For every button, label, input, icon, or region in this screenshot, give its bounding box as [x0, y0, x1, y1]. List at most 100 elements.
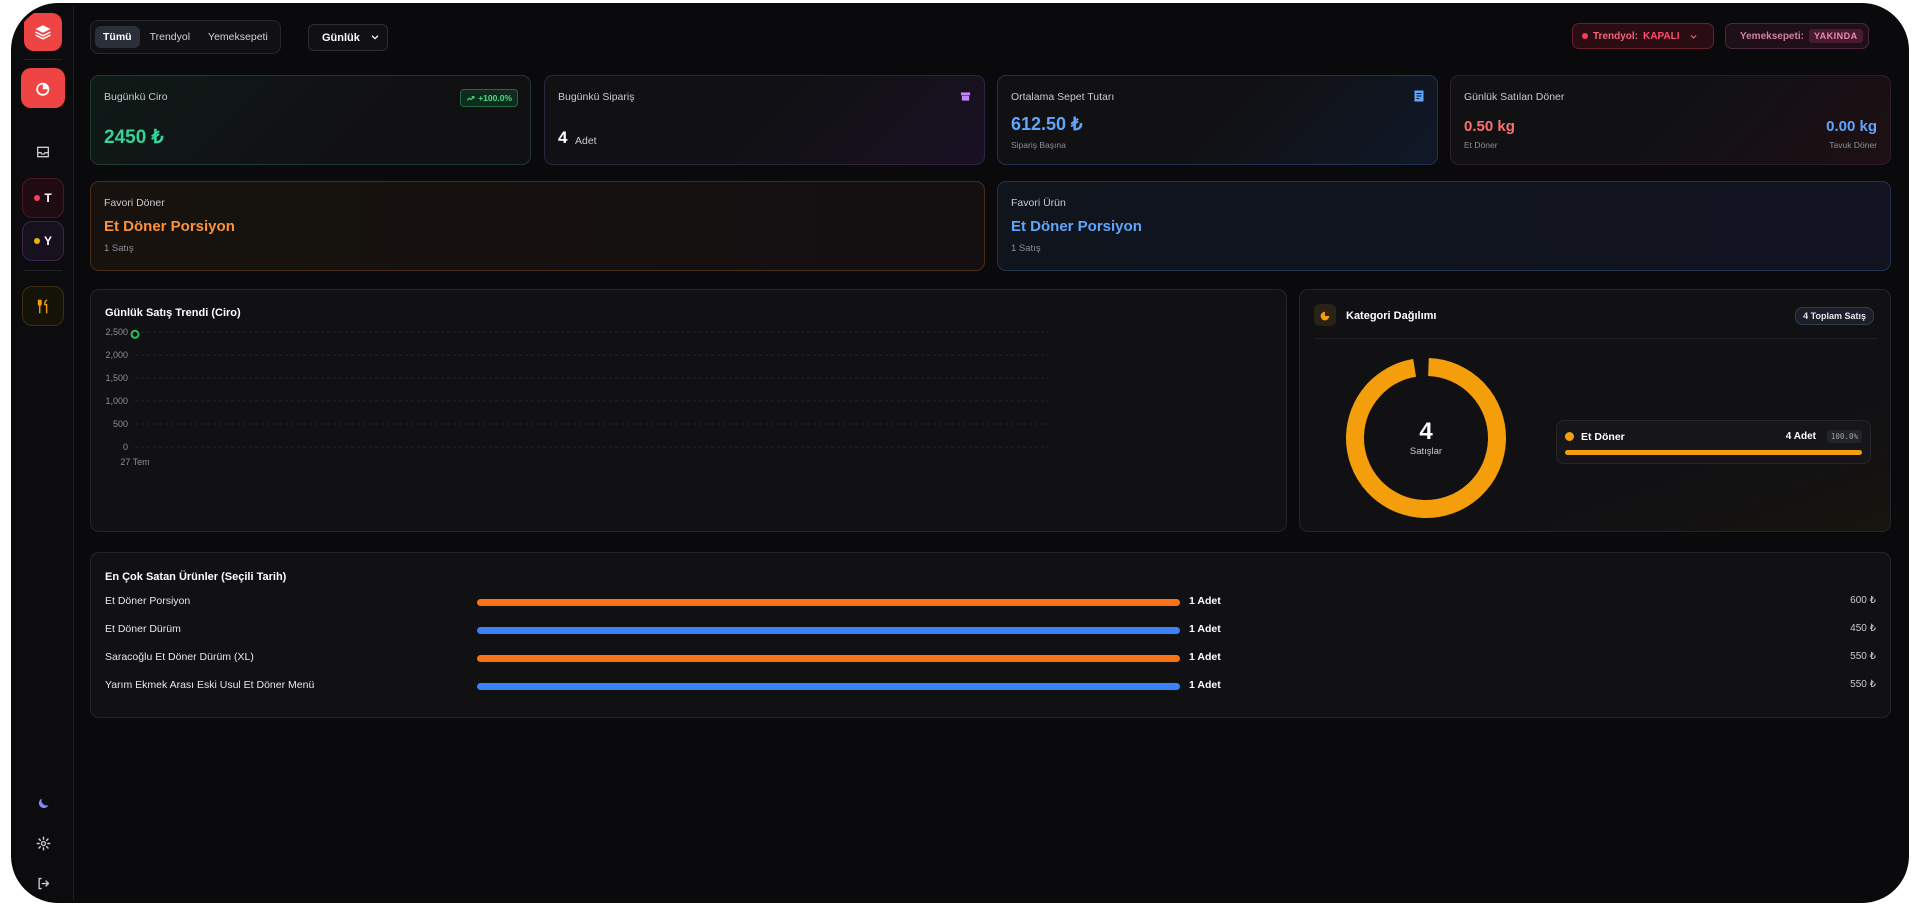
- product-name: Et Döner Porsiyon: [105, 595, 191, 607]
- product-price: 450 ₺: [1850, 623, 1876, 634]
- product-name: Et Döner Dürüm: [105, 623, 181, 635]
- product-row: Yarım Ekmek Arası Eski Usul Et Döner Men…: [91, 679, 1890, 699]
- chevron-down-icon: [371, 35, 379, 40]
- receipt-icon: [1414, 90, 1424, 102]
- legend-qty: 4 Adet: [1785, 431, 1816, 442]
- inbox-icon: [37, 146, 49, 158]
- product-row: Et Döner Dürüm 1 Adet 450 ₺: [91, 623, 1890, 643]
- product-qty: 1 Adet: [1189, 623, 1221, 635]
- yemeksepeti-status-pill: Yemeksepeti: YAKINDA: [1725, 23, 1869, 49]
- status-dot-icon: [33, 238, 40, 244]
- favorite-product-card: Favori Ürün Et Döner Porsiyon 1 Satış: [997, 181, 1891, 271]
- legend-name: Et Döner: [1581, 431, 1625, 443]
- period-select[interactable]: Günlük: [308, 24, 388, 51]
- basket-value: 612.50 ₺: [1011, 114, 1083, 134]
- x-tick-label: 27 Tem: [120, 457, 149, 467]
- status-dot-icon: [1582, 33, 1588, 39]
- category-title: Kategori Dağılımı: [1346, 310, 1437, 322]
- chicken-doner-value: 0.00 kg: [1826, 118, 1877, 135]
- favorite-doner-name: Et Döner Porsiyon: [104, 218, 235, 235]
- app-window: T Y Tümü Trendyol Yemeksepeti Günlük Tre…: [14, 6, 1906, 900]
- divider: [1314, 338, 1878, 339]
- product-qty: 1 Adet: [1189, 595, 1221, 607]
- favorite-doner-card: Favori Döner Et Döner Porsiyon 1 Satış: [90, 181, 985, 271]
- revenue-value: 2450 ₺: [104, 127, 164, 148]
- orders-unit: Adet: [575, 135, 597, 147]
- doner-label: Günlük Satılan Döner: [1464, 91, 1565, 103]
- y-tick-label: 1,000: [105, 396, 128, 406]
- gear-icon: [36, 836, 50, 850]
- product-bar: [477, 627, 1180, 634]
- product-name: Yarım Ekmek Arası Eski Usul Et Döner Men…: [105, 679, 315, 691]
- package-icon: [960, 92, 971, 101]
- favorite-doner-label: Favori Döner: [104, 197, 165, 209]
- yemeksepeti-letter: Y: [43, 234, 52, 248]
- app-logo[interactable]: [24, 13, 62, 51]
- moon-icon: [38, 798, 48, 808]
- y-tick-label: 0: [123, 442, 128, 452]
- top-products-title: En Çok Satan Ürünler (Seçili Tarih): [105, 571, 287, 583]
- favorite-doner-sales: 1 Satış: [104, 243, 134, 254]
- orders-value: 4: [558, 128, 568, 147]
- orders-label: Bugünkü Sipariş: [558, 91, 635, 103]
- sidebar-item-products[interactable]: [22, 286, 64, 326]
- category-legend-item[interactable]: Et Döner 4 Adet 100.0%: [1556, 420, 1871, 464]
- product-row: Saracoğlu Et Döner Dürüm (XL) 1 Adet 550…: [91, 651, 1890, 671]
- sidebar-item-orders[interactable]: [22, 132, 64, 172]
- logout-button[interactable]: [22, 863, 64, 900]
- y-tick-label: 2,500: [105, 327, 128, 337]
- product-bar: [477, 655, 1180, 662]
- yemeksepeti-status-badge: YAKINDA: [1808, 29, 1863, 43]
- revenue-change-badge: +100.0%: [460, 89, 518, 107]
- legend-dot-icon: [1565, 432, 1574, 441]
- tab-trendyol[interactable]: Trendyol: [142, 26, 198, 48]
- channel-filter: Tümü Trendyol Yemeksepeti: [90, 20, 281, 54]
- status-dot-icon: [34, 195, 41, 201]
- y-tick-label: 500: [113, 419, 128, 429]
- basket-sub: Sipariş Başına: [1011, 140, 1066, 150]
- donut-center-value: 4: [1419, 418, 1433, 445]
- basket-card: Ortalama Sepet Tutarı 612.50 ₺ Sipariş B…: [997, 75, 1438, 165]
- category-icon-box: [1314, 304, 1336, 326]
- data-point[interactable]: [130, 329, 140, 339]
- settings-button[interactable]: [22, 823, 64, 863]
- product-price: 550 ₺: [1850, 679, 1876, 690]
- product-row: Et Döner Porsiyon 1 Adet 600 ₺: [91, 595, 1890, 615]
- category-total-badge: 4 Toplam Satış: [1795, 307, 1874, 325]
- yemeksepeti-status-label: Yemeksepeti:: [1740, 30, 1804, 42]
- product-qty: 1 Adet: [1189, 679, 1221, 691]
- sales-trend-chart: 0 500 1,000 1,500 2,000 2,500 27 Tem: [105, 327, 1048, 467]
- trendyol-letter: T: [44, 191, 52, 205]
- chevron-down-icon: [1689, 34, 1697, 39]
- sidebar-item-yemeksepeti[interactable]: Y: [22, 221, 64, 261]
- revenue-change-value: +100.0%: [478, 93, 512, 103]
- favorite-product-sales: 1 Satış: [1011, 243, 1041, 254]
- trendyol-status-pill[interactable]: Trendyol: KAPALI: [1572, 23, 1714, 49]
- utensils-icon: [37, 299, 47, 313]
- category-card: Kategori Dağılımı 4 Toplam Satış 4 Satış…: [1299, 289, 1891, 532]
- tab-yemeksepeti[interactable]: Yemeksepeti: [200, 26, 276, 48]
- donut-center-label: Satışlar: [1409, 446, 1443, 457]
- orders-card: Bugünkü Sipariş 4 Adet: [544, 75, 985, 165]
- sidebar-item-trendyol[interactable]: T: [22, 178, 64, 218]
- tab-all[interactable]: Tümü: [95, 26, 140, 48]
- revenue-card: Bugünkü Ciro +100.0% 2450 ₺: [90, 75, 531, 165]
- trendyol-status-label: Trendyol:: [1593, 30, 1639, 42]
- period-select-value: Günlük: [322, 31, 360, 44]
- logout-icon: [37, 877, 49, 889]
- top-products-card: En Çok Satan Ürünler (Seçili Tarih) Et D…: [90, 552, 1891, 718]
- product-bar: [477, 599, 1180, 606]
- product-price: 600 ₺: [1850, 595, 1876, 606]
- chicken-doner-label: Tavuk Döner: [1829, 140, 1877, 150]
- trending-up-icon: [466, 95, 475, 101]
- revenue-label: Bugünkü Ciro: [104, 91, 168, 103]
- y-tick-label: 2,000: [105, 350, 128, 360]
- sidebar-item-dashboard[interactable]: [21, 68, 65, 108]
- pie-chart-icon: [1320, 311, 1329, 320]
- legend-bar-fill: [1565, 450, 1862, 455]
- basket-label: Ortalama Sepet Tutarı: [1011, 91, 1115, 103]
- y-tick-label: 1,500: [105, 373, 128, 383]
- theme-toggle-button[interactable]: [22, 783, 64, 823]
- meat-doner-label: Et Döner: [1464, 140, 1498, 150]
- sales-trend-card: Günlük Satış Trendi (Ciro) 0 500 1,000 1,50…: [90, 289, 1287, 532]
